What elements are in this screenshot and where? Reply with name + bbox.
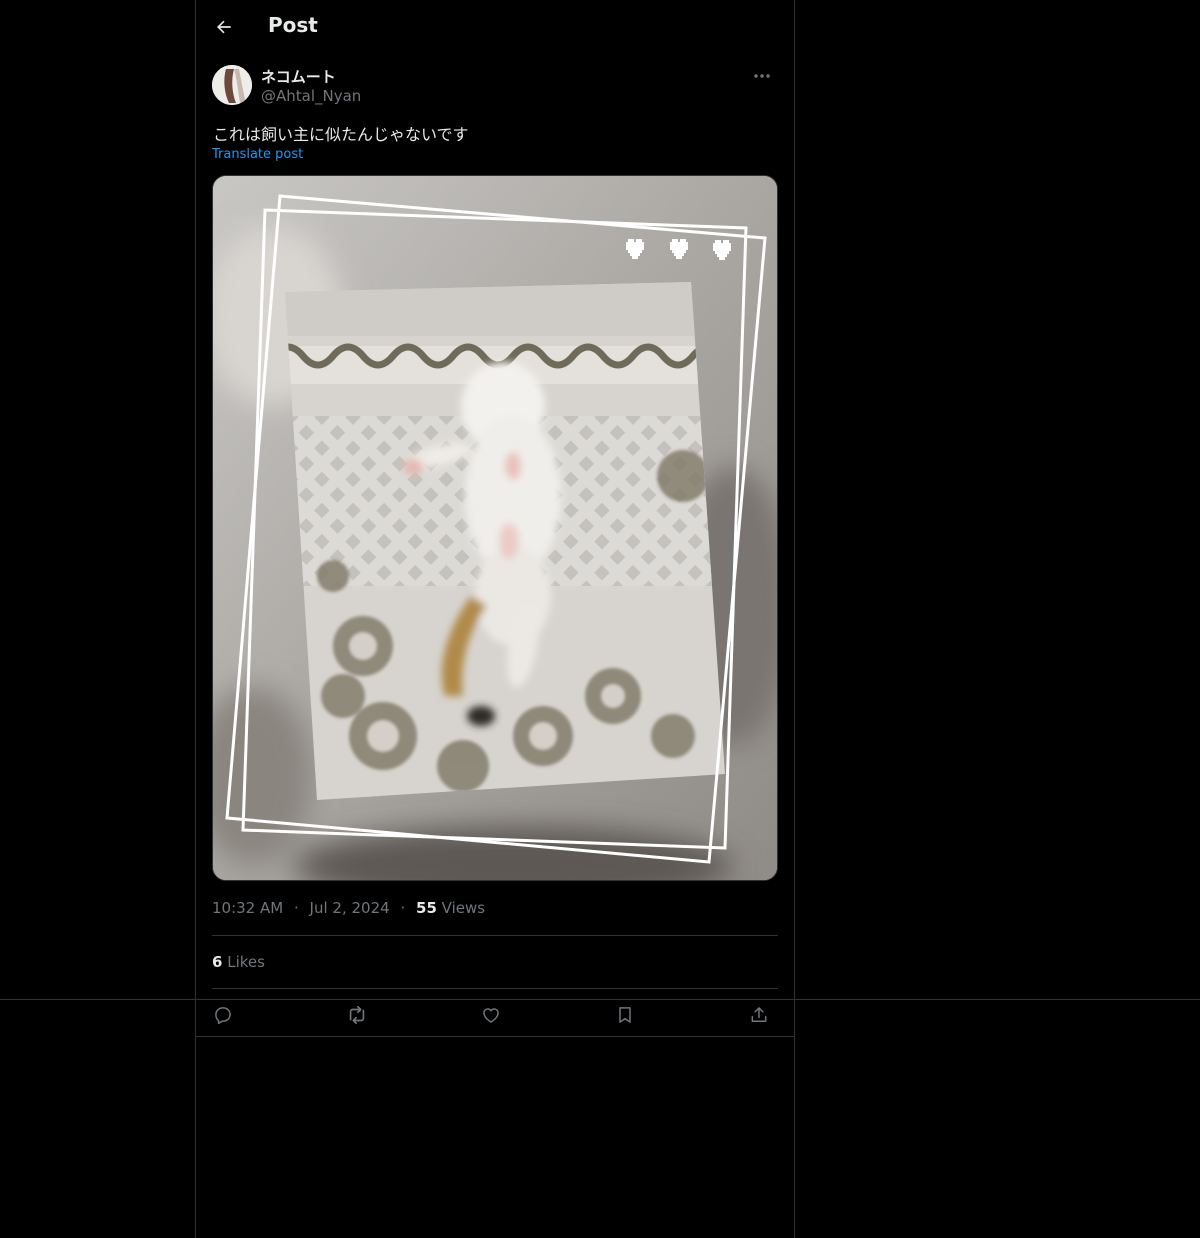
heart-icon (483, 1008, 499, 1023)
views-count: 55 (416, 899, 437, 917)
likes-label: Likes (227, 953, 265, 971)
arrow-left-icon (217, 20, 231, 34)
avatar[interactable] (212, 65, 252, 105)
post-text: これは飼い主に似たんじゃないです (213, 125, 469, 144)
divider (212, 988, 778, 989)
post-image[interactable] (212, 175, 778, 881)
cat-photo (213, 176, 777, 880)
post-date[interactable]: Jul 2, 2024 (310, 899, 390, 917)
action-bar (212, 998, 778, 1034)
bookmark-icon (619, 1007, 631, 1023)
reply-button[interactable] (206, 1000, 240, 1030)
translate-post-link[interactable]: Translate post (212, 147, 303, 162)
share-button[interactable] (742, 1000, 776, 1030)
share-icon (751, 1007, 767, 1022)
display-name[interactable]: ネコムート (261, 66, 336, 87)
like-button[interactable] (474, 1000, 508, 1030)
post-time[interactable]: 10:32 AM (212, 899, 283, 917)
views-label: Views (441, 899, 486, 917)
page-title: Post (268, 13, 318, 37)
post-column: Post ネコムート @Ahtal_Nyan これは飼い主に似たんじゃないです … (195, 0, 795, 1238)
back-button[interactable] (210, 13, 238, 41)
meta-separator: · (400, 899, 406, 917)
post-author: ネコムート @Ahtal_Nyan (212, 65, 778, 107)
user-handle[interactable]: @Ahtal_Nyan (261, 87, 361, 105)
likes-count: 6 (212, 953, 223, 971)
more-icon (754, 74, 770, 78)
repost-button[interactable] (340, 1000, 374, 1030)
reply-icon (215, 1007, 231, 1025)
bookmark-button[interactable] (608, 1000, 642, 1030)
more-options-button[interactable] (748, 65, 776, 87)
post-bottom-border (196, 1036, 794, 1037)
meta-separator: · (293, 899, 299, 917)
divider (212, 935, 778, 936)
likes-link[interactable]: 6 Likes (212, 953, 265, 971)
post-meta: 10:32 AM · Jul 2, 2024 · 55 Views (212, 899, 485, 917)
post-header: Post (196, 0, 794, 53)
repost-icon (349, 1005, 365, 1025)
